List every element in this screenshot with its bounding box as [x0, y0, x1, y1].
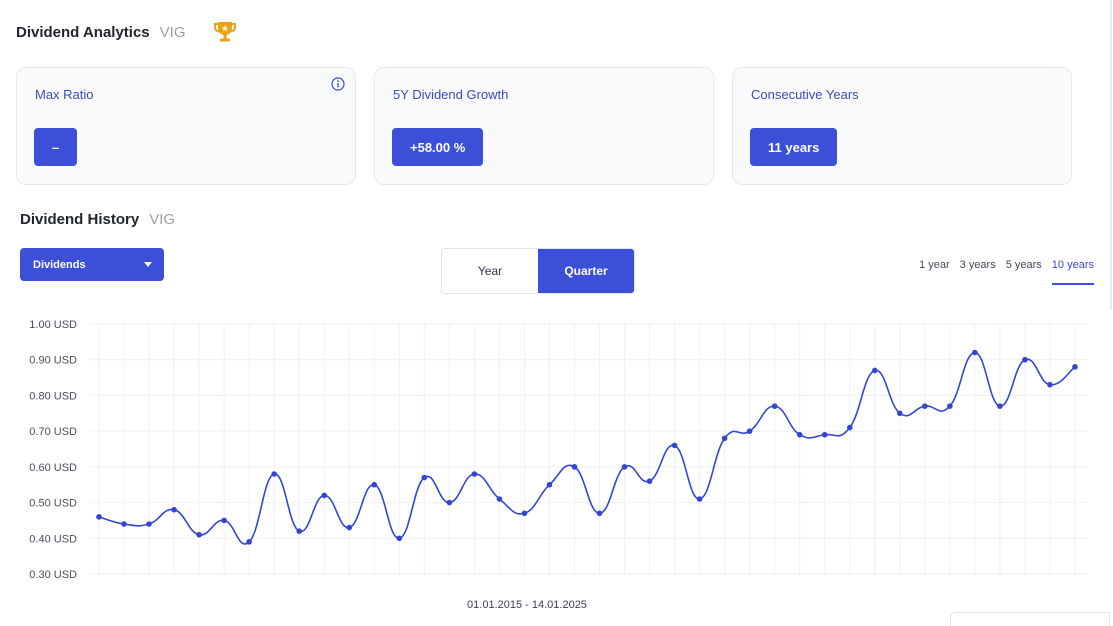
year-toggle-button[interactable]: Year: [442, 249, 538, 293]
y-tick-label: 0.70 USD: [29, 426, 77, 438]
data-point[interactable]: [696, 496, 703, 502]
data-point[interactable]: [421, 474, 428, 481]
info-icon[interactable]: [331, 77, 345, 91]
data-point[interactable]: [1047, 381, 1053, 388]
data-point[interactable]: [521, 510, 528, 517]
data-point[interactable]: [96, 514, 102, 520]
data-point[interactable]: [922, 403, 928, 409]
trophy-icon: [212, 19, 238, 45]
metric-cards: Max Ratio – 5Y Dividend Growth +58.00 % …: [16, 67, 1072, 186]
data-point[interactable]: [1022, 356, 1028, 363]
consecutive-years-card: Consecutive Years 11 years: [732, 67, 1072, 185]
card-value: 11 years: [750, 128, 838, 166]
ticker-label: VIG: [149, 210, 176, 228]
card-value: +58.00 %: [392, 128, 484, 166]
data-point[interactable]: [246, 539, 252, 545]
card-label: 5Y Dividend Growth: [393, 87, 509, 102]
dividend-analytics-header: Dividend Analytics VIG: [16, 20, 238, 44]
y-tick-label: 1.00 USD: [29, 319, 77, 331]
data-point[interactable]: [396, 535, 403, 542]
card-label: Max Ratio: [35, 87, 94, 102]
series-line: [98, 351, 1076, 545]
range-tab-5-years[interactable]: 5 years: [1006, 259, 1042, 285]
data-point[interactable]: [296, 528, 303, 534]
data-point[interactable]: [621, 464, 628, 470]
section-title: Dividend History: [20, 210, 140, 228]
data-point[interactable]: [721, 435, 728, 442]
range-tabs: 1 year 3 years 5 years 10 years: [919, 259, 1095, 285]
card-value: –: [34, 128, 78, 166]
data-point[interactable]: [171, 506, 177, 513]
y-tick-label: 0.30 USD: [29, 569, 77, 581]
period-toggle: Year Quarter: [441, 248, 635, 294]
data-point[interactable]: [496, 496, 503, 502]
data-point[interactable]: [746, 428, 753, 434]
data-point[interactable]: [371, 481, 378, 488]
y-tick-label: 0.50 USD: [29, 498, 77, 510]
y-tick-label: 0.60 USD: [29, 462, 77, 474]
y-tick-label: 0.90 USD: [29, 355, 77, 367]
data-point[interactable]: [571, 464, 578, 470]
x-axis-caption: 01.01.2015 - 14.01.2025: [467, 599, 587, 611]
max-ratio-card: Max Ratio –: [16, 67, 356, 185]
data-point[interactable]: [271, 471, 277, 477]
data-point[interactable]: [846, 424, 853, 431]
chart-grid: [90, 323, 1088, 575]
data-point[interactable]: [446, 499, 453, 506]
data-point[interactable]: [1072, 364, 1078, 370]
data-point[interactable]: [196, 531, 202, 538]
dropdown-label: Dividends: [33, 258, 86, 271]
quarter-toggle-button[interactable]: Quarter: [538, 249, 634, 293]
data-point[interactable]: [146, 521, 152, 527]
data-point[interactable]: [471, 471, 478, 477]
data-point[interactable]: [821, 431, 828, 438]
y-tick-label: 0.80 USD: [29, 390, 77, 402]
caret-down-icon: [144, 262, 152, 267]
range-tab-3-years[interactable]: 3 years: [960, 259, 996, 285]
data-point[interactable]: [646, 478, 653, 484]
data-point[interactable]: [671, 442, 678, 449]
y-axis-ticks: 1.00 USD 0.90 USD 0.80 USD 0.70 USD 0.60 USD…: [29, 319, 77, 581]
range-tab-10-years[interactable]: 10 years: [1051, 259, 1095, 285]
data-point[interactable]: [871, 367, 878, 374]
range-tab-1-year[interactable]: 1 year: [919, 259, 950, 285]
data-point[interactable]: [596, 510, 603, 517]
series-points: [96, 349, 1078, 545]
data-point[interactable]: [897, 410, 903, 417]
data-point[interactable]: [346, 524, 353, 531]
page-title: Dividend Analytics: [16, 23, 150, 41]
dividend-history-chart: 1.00 USD 0.90 USD 0.80 USD 0.70 USD 0.60 USD…: [29, 319, 1088, 611]
metric-dropdown[interactable]: Dividends: [20, 248, 164, 281]
data-point[interactable]: [221, 517, 227, 524]
y-tick-label: 0.40 USD: [29, 533, 77, 545]
data-point[interactable]: [796, 431, 803, 438]
ticker-label: VIG: [159, 23, 186, 41]
corner-panel: [950, 612, 1110, 626]
data-point[interactable]: [321, 492, 328, 499]
dividend-growth-card: 5Y Dividend Growth +58.00 %: [374, 67, 714, 185]
data-point[interactable]: [546, 481, 553, 488]
data-point[interactable]: [121, 521, 127, 527]
data-point[interactable]: [771, 403, 778, 409]
data-point[interactable]: [947, 403, 953, 409]
data-point[interactable]: [997, 403, 1003, 409]
right-edge-scrollbar: [1110, 0, 1112, 310]
card-label: Consecutive Years: [751, 87, 859, 102]
dividend-history-title: Dividend History VIG: [20, 208, 175, 230]
data-point[interactable]: [972, 349, 978, 356]
